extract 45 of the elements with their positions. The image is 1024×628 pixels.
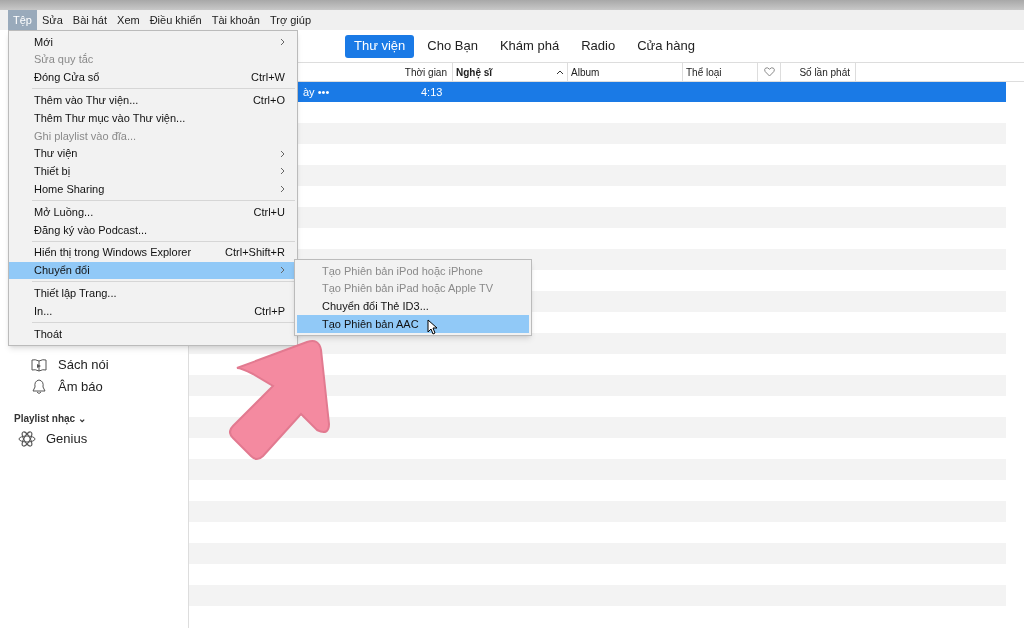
- menu-item[interactable]: Thoát: [9, 324, 297, 343]
- column-header[interactable]: Thời gian: [404, 64, 447, 80]
- menu-bar-item[interactable]: Xem: [112, 9, 145, 31]
- tab[interactable]: Radio: [572, 34, 625, 58]
- menu-item[interactable]: Thêm Thư mục vào Thư viện...: [9, 109, 297, 127]
- menu-item[interactable]: Chuyển đổi Thẻ ID3...: [297, 297, 529, 316]
- sidebar-item[interactable]: Sách nói: [58, 355, 109, 375]
- sidebar-item[interactable]: Genius: [46, 429, 88, 449]
- menu-bar-item[interactable]: Trợ giúp: [264, 9, 316, 31]
- menu-item[interactable]: Đăng ký vào Podcast...: [9, 220, 297, 239]
- menu-bar-item[interactable]: Bài hát: [67, 9, 113, 31]
- sidebar-item[interactable]: Âm báo: [58, 377, 103, 397]
- menu-bar-item[interactable]: Sửa: [36, 9, 68, 31]
- menu-item[interactable]: Thư viện: [9, 144, 297, 163]
- mouse-cursor-icon: [427, 319, 438, 335]
- section-heading[interactable]: Playlist nhạc ⌄: [14, 410, 188, 426]
- tab[interactable]: Thư viện: [345, 34, 415, 58]
- menu-item[interactable]: Hiển thị trong Windows Explorer Ctrl+Shift+R: [9, 243, 297, 262]
- menu-item[interactable]: Chuyển đổi: [9, 261, 297, 280]
- duration-text: 4:13: [421, 84, 443, 100]
- heart-icon[interactable]: [763, 67, 775, 77]
- column-header[interactable]: Nghệ sĩ: [456, 64, 493, 80]
- column-header[interactable]: Số lần phát: [781, 63, 856, 81]
- tab[interactable]: Cho Bạn: [418, 34, 487, 58]
- shortcut-text: Ctrl+Shift+R: [225, 245, 285, 261]
- book-icon: [30, 358, 48, 372]
- shortcut-text: Ctrl+U: [253, 204, 285, 220]
- menu-item[interactable]: Home Sharing: [9, 180, 297, 199]
- more-button[interactable]: •••: [317, 85, 330, 98]
- menu-bar-item[interactable]: Điều khiển: [144, 9, 207, 31]
- song-title-text: ày •••: [303, 84, 331, 100]
- atom-icon: [18, 431, 36, 447]
- menu-item[interactable]: Mới: [9, 33, 297, 51]
- column-header[interactable]: Album: [568, 63, 683, 81]
- menu-item[interactable]: In... Ctrl+P: [9, 302, 297, 320]
- shortcut-text: Ctrl+P: [254, 303, 285, 319]
- menu-item[interactable]: Thiết lập Trang...: [9, 284, 297, 303]
- column-header[interactable]: Thể loại: [683, 63, 758, 81]
- menu-item[interactable]: Mở Luồng... Ctrl+U: [9, 203, 297, 221]
- menu-bar-item[interactable]: Tài khoản: [206, 9, 265, 31]
- menu-item[interactable]: Thiết bị: [9, 162, 297, 181]
- tab[interactable]: Khám phá: [490, 34, 569, 58]
- tab[interactable]: Cửa hàng: [628, 34, 705, 58]
- menu-item[interactable]: Tạo Phiên bản AAC: [297, 315, 529, 334]
- bell-icon: [30, 379, 48, 395]
